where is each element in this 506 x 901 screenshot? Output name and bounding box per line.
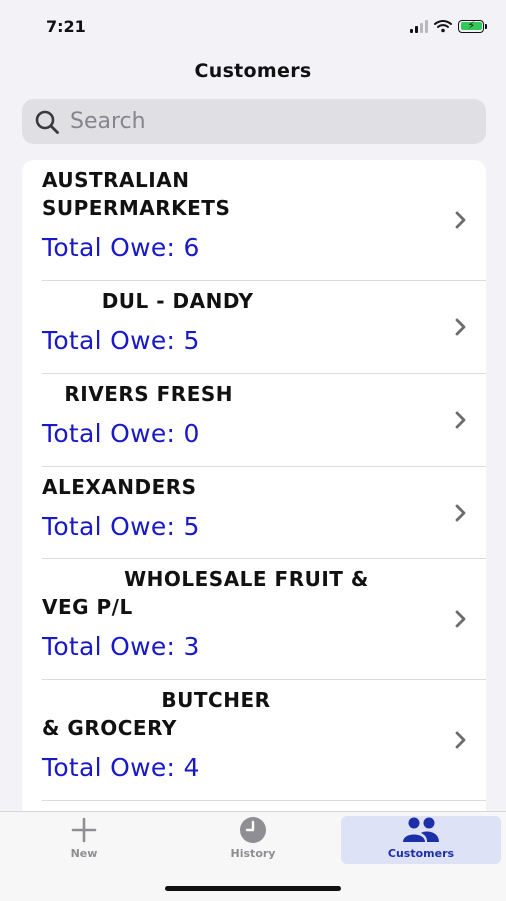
page-title: Customers bbox=[194, 60, 312, 82]
chevron-right-icon bbox=[455, 411, 466, 429]
chevron-right-icon bbox=[455, 610, 466, 628]
total-owe: Total Owe: 5 bbox=[42, 326, 200, 355]
tab-label: Customers bbox=[387, 847, 455, 860]
customer-name: DUL - DANDY bbox=[42, 289, 254, 313]
tab-history[interactable]: History bbox=[173, 816, 333, 864]
total-owe: Total Owe: 3 bbox=[42, 632, 200, 661]
chevron-right-icon bbox=[455, 211, 466, 229]
search-bar[interactable] bbox=[22, 99, 486, 144]
search-input[interactable] bbox=[68, 108, 472, 135]
customer-name: WHOLESALE FRUIT & VEG P/L bbox=[42, 567, 369, 619]
customer-name: BUTCHER & GROCERY bbox=[42, 688, 271, 740]
customer-row[interactable]: DUL - DANDY Total Owe: 5 bbox=[42, 281, 486, 374]
customer-row[interactable]: BUTCHER & GROCERY Total Owe: 4 bbox=[42, 680, 486, 801]
customer-row[interactable]: AUSTRALIAN SUPERMARKETS Total Owe: 6 bbox=[42, 160, 486, 281]
home-indicator bbox=[165, 886, 341, 891]
total-owe: Total Owe: 5 bbox=[42, 512, 200, 541]
customer-row[interactable]: ALEXANDERS Total Owe: 5 bbox=[42, 467, 486, 559]
chevron-right-icon bbox=[455, 504, 466, 521]
customer-list: AUSTRALIAN SUPERMARKETS Total Owe: 6 DUL… bbox=[22, 160, 486, 811]
status-bar: 7:21 ⚡ bbox=[0, 0, 506, 52]
cellular-signal-icon bbox=[410, 19, 428, 33]
tab-customers[interactable]: Customers bbox=[341, 816, 501, 864]
tab-label: History bbox=[230, 847, 276, 860]
plus-icon bbox=[71, 817, 97, 843]
clock-icon bbox=[240, 817, 266, 843]
tab-new[interactable]: New bbox=[4, 816, 164, 864]
customer-row[interactable]: WHOLESALE FRUIT & VEG P/L Total Owe: 3 bbox=[42, 559, 486, 680]
tab-label: New bbox=[70, 847, 98, 860]
search-icon bbox=[35, 110, 59, 134]
total-owe: Total Owe: 0 bbox=[42, 419, 200, 448]
status-icons: ⚡ bbox=[410, 17, 487, 35]
battery-icon: ⚡ bbox=[458, 19, 487, 33]
customer-name: ALEXANDERS bbox=[42, 475, 197, 499]
chevron-right-icon bbox=[455, 318, 466, 336]
total-owe: Total Owe: 4 bbox=[42, 753, 200, 782]
wifi-icon bbox=[434, 20, 452, 33]
chevron-right-icon bbox=[455, 731, 466, 749]
partial-list-item bbox=[42, 801, 486, 811]
customer-name: AUSTRALIAN SUPERMARKETS bbox=[42, 168, 231, 220]
people-icon bbox=[403, 817, 439, 842]
customer-name: RIVERS FRESH bbox=[42, 382, 234, 406]
status-time: 7:21 bbox=[46, 17, 86, 36]
total-owe: Total Owe: 6 bbox=[42, 233, 200, 262]
customer-row[interactable]: RIVERS FRESH Total Owe: 0 bbox=[42, 374, 486, 467]
